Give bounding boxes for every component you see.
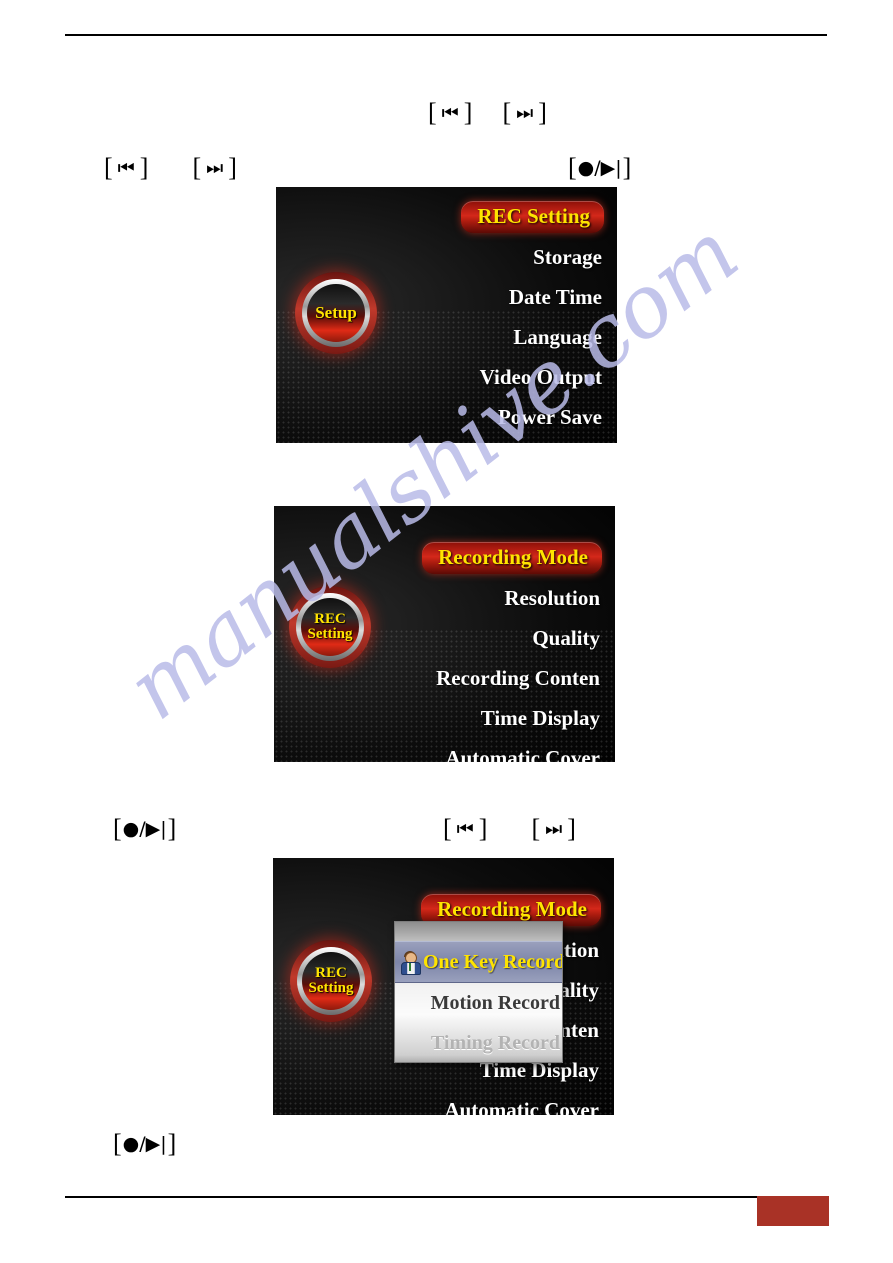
menu-item-automatic-cover[interactable]: Automatic Cover [435,743,602,763]
next-track-key[interactable]: [⏭] [531,816,575,842]
menu-item-resolution[interactable]: Resolution [494,583,602,614]
bracket-close: ] [228,153,237,182]
keys-row-3-right: [⏮] [⏭] [443,816,576,842]
dropdown-option-label: Motion Record [430,991,560,1014]
bracket-open: [ [104,153,113,182]
rec-setting-menu-list: Recording Mode Resolution Quality Record… [422,542,602,762]
dropdown-option-motion-record[interactable]: Motion Record [395,983,562,1023]
bracket-close: ] [478,814,488,843]
menu-item-power-save[interactable]: Power Save [488,402,604,433]
record-play-key[interactable]: [●/▶|] [113,1131,176,1157]
prev-track-icon: ⏮ [117,156,135,179]
rec-setting-menu-screen: REC Setting Recording Mode Resolution Qu… [274,506,615,762]
bracket-close: ] [139,153,149,182]
record-play-key[interactable]: [●/▶|] [113,816,176,842]
footer-rule [65,1196,827,1198]
keys-row-1: [⏮] [⏭] [428,100,547,126]
recording-mode-dropdown-screen: REC Setting Recording Mode Resolution Qu… [273,858,614,1115]
bracket-open: [ [531,814,541,843]
menu-item-recording-mode[interactable]: Recording Mode [422,542,602,574]
record-play-icon: ●/▶| [577,156,622,179]
dropdown-option-one-key-record[interactable]: One Key Record [395,941,562,983]
bracket-close: ] [538,98,547,127]
menu-item-video-output[interactable]: Video Output [470,362,604,393]
setup-menu-screen: Setup REC Setting Storage Date Time Lang… [276,187,617,443]
bracket-close: ] [567,814,576,843]
rec-setting-badge-label-2: Setting [307,626,353,642]
header-rule [65,34,827,36]
menu-item-quality[interactable]: Quality [522,623,602,654]
menu-item-time-display[interactable]: Time Display [471,703,602,734]
menu-item-language[interactable]: Language [503,322,604,353]
rec-setting-badge: REC Setting [290,940,372,1022]
rec-setting-badge-label-1: REC [314,610,346,627]
bracket-open: [ [428,98,437,127]
bracket-open: [ [568,153,577,182]
menu-item-date-time[interactable]: Date Time [499,282,604,313]
next-track-icon: ⏭ [516,101,534,124]
prev-track-key[interactable]: [⏮] [104,155,148,181]
menu-item-recording-conten[interactable]: Recording Conten [426,663,602,694]
person-icon [399,950,421,975]
record-play-icon: ●/▶| [122,1132,167,1155]
dropdown-option-timing-record[interactable]: Timing Record [395,1023,562,1062]
bracket-open: [ [502,98,512,127]
next-track-key[interactable]: [⏭] [502,100,546,126]
bracket-open: [ [443,814,452,843]
next-track-icon: ⏭ [545,817,563,840]
rec-setting-badge-label-1: REC [315,964,347,981]
menu-item-automatic-cover[interactable]: Automatic Cover [434,1095,601,1116]
record-play-icon: ●/▶| [122,817,167,840]
prev-track-key[interactable]: [⏮] [428,100,472,126]
prev-track-key[interactable]: [⏮] [443,816,487,842]
next-track-icon: ⏭ [206,156,224,179]
keys-row-2-left: [⏮] [⏭] [104,155,237,181]
next-track-key[interactable]: [⏭] [192,155,236,181]
bracket-close: ] [167,1129,177,1158]
setup-menu-list: REC Setting Storage Date Time Language V… [442,201,604,443]
rec-setting-badge-label-2: Setting [308,980,354,996]
menu-item-vibrate[interactable]: Vibrate [524,442,604,443]
prev-track-icon: ⏮ [441,101,459,124]
footer-page-badge [757,1196,829,1226]
keys-row-3-left: [●/▶|] [113,816,176,842]
bracket-open: [ [192,153,202,182]
rec-setting-badge: REC Setting [289,586,371,668]
dropdown-option-label: Timing Record [430,1031,560,1054]
setup-badge-label: Setup [315,303,357,323]
keys-row-4: [●/▶|] [113,1131,176,1157]
keys-row-2-right: [●/▶|] [568,155,631,181]
menu-item-storage[interactable]: Storage [523,242,604,273]
setup-badge: Setup [295,272,377,354]
bracket-close: ] [167,814,177,843]
menu-item-rec-setting[interactable]: REC Setting [461,201,604,233]
prev-track-icon: ⏮ [456,817,474,840]
bracket-close: ] [622,153,632,182]
record-play-key[interactable]: [●/▶|] [568,155,631,181]
bracket-close: ] [463,98,473,127]
bracket-open: [ [113,814,122,843]
bracket-open: [ [113,1129,122,1158]
dropdown-option-label: One Key Record [423,950,563,973]
recording-mode-options-dropdown: One Key Record Motion Record Timing Reco… [394,921,563,1063]
